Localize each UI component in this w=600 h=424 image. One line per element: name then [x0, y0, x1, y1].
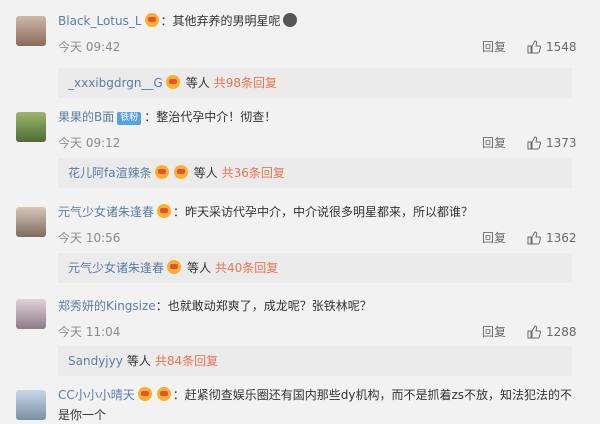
vip-crown-icon	[154, 165, 169, 179]
reply-button[interactable]: 回复	[482, 134, 506, 152]
fan-badge: 铁粉	[117, 112, 142, 125]
comment-time: 今天 11:04	[58, 325, 121, 339]
sub-replies-box[interactable]: Sandyjyy 等人 共84条回复	[58, 346, 572, 376]
username-link[interactable]: 元气少女诸朱逢春	[58, 205, 154, 219]
thumbs-up-icon	[527, 40, 542, 54]
username-link[interactable]: Black_Lotus_L	[58, 14, 142, 28]
avatar[interactable]	[16, 299, 46, 329]
comment-time: 今天 09:12	[58, 136, 121, 150]
sub-reply-user[interactable]: 元气少女诸朱逢春	[68, 261, 164, 275]
like-button[interactable]: 1373	[527, 134, 577, 152]
sub-reply-user[interactable]: 花儿阿fa渲辣条	[68, 166, 152, 180]
like-button[interactable]: 1548	[527, 38, 577, 56]
vip-crown-icon	[157, 204, 172, 218]
sub-reply-user[interactable]: Sandyjyy	[68, 354, 123, 368]
avatar[interactable]	[16, 112, 46, 142]
thumbs-up-icon	[527, 136, 542, 150]
like-button[interactable]: 1362	[527, 229, 577, 247]
comment-text-continued: 是你一个	[58, 408, 107, 422]
like-count: 1373	[546, 136, 577, 150]
comment-text: ：昨天采访代孕中介，中介说很多明星都来，所以都谁？	[173, 205, 474, 219]
thumbs-up-icon	[527, 325, 542, 339]
sub-replies-box[interactable]: 花儿阿fa渲辣条 等人 共36条回复	[58, 158, 572, 188]
sub-reply-others: 等人	[185, 76, 210, 90]
thumbs-up-icon	[527, 231, 542, 245]
comment-line: 果果的B面 铁粉 ：整治代孕中介！彻查！	[58, 108, 276, 126]
sub-replies-box[interactable]: 元气少女诸朱逢春 等人 共40条回复	[58, 253, 572, 283]
like-button[interactable]: 1288	[527, 323, 577, 341]
sub-reply-count[interactable]: 共36条回复	[222, 166, 285, 180]
reply-button[interactable]: 回复	[482, 229, 506, 247]
like-count: 1288	[546, 325, 577, 339]
sub-reply-count[interactable]: 共98条回复	[214, 76, 277, 90]
username-link[interactable]: 郑秀妍的Kingsize	[58, 299, 156, 313]
vip-crown-icon	[137, 387, 152, 401]
comment-text: ：也就敢动郑爽了，成龙呢？张铁林呢？	[155, 299, 372, 313]
reply-button[interactable]: 回复	[482, 38, 506, 56]
comment-time: 今天 10:56	[58, 231, 121, 245]
vip-crown-icon	[165, 75, 180, 89]
vip-crown-icon	[167, 260, 182, 274]
reply-button[interactable]: 回复	[482, 323, 506, 341]
sub-reply-others: 等人	[193, 166, 218, 180]
like-count: 1362	[546, 231, 577, 245]
sub-reply-count[interactable]: 共40条回复	[215, 261, 278, 275]
avatar[interactable]	[16, 16, 46, 46]
comment-text: ：整治代孕中介！彻查！	[144, 110, 277, 124]
username-link[interactable]: CC小小小晴天	[58, 388, 135, 402]
vip-crown-icon	[173, 165, 188, 179]
sub-reply-others: 等人	[187, 261, 212, 275]
comment-text: ：赶紧彻查娱乐圈还有国内那些dy机构，而不是抓着zs不放，知法犯法的不	[172, 388, 573, 402]
sub-replies-box[interactable]: _xxxibgdrgn__G 等人 共98条回复	[58, 68, 572, 98]
comment-line: CC小小小晴天 ：赶紧彻查娱乐圈还有国内那些dy机构，而不是抓着zs不放，知法犯法…	[58, 386, 572, 404]
comment-line: 郑秀妍的Kingsize：也就敢动郑爽了，成龙呢？张铁林呢？	[58, 297, 372, 315]
sub-reply-user[interactable]: _xxxibgdrgn__G	[68, 76, 163, 90]
comment-line: 元气少女诸朱逢春 ：昨天采访代孕中介，中介说很多明星都来，所以都谁？	[58, 203, 473, 221]
vip-crown-icon	[144, 13, 159, 27]
username-link[interactable]: 果果的B面	[58, 110, 114, 124]
comment-text: ：其他弃养的男明星呢	[160, 14, 281, 28]
avatar[interactable]	[16, 390, 46, 420]
vip-crown-icon	[156, 387, 171, 401]
sub-reply-count[interactable]: 共84条回复	[155, 354, 218, 368]
sub-reply-others: 等人	[126, 354, 151, 368]
emoji-icon	[282, 13, 297, 27]
comment-time: 今天 09:42	[58, 40, 121, 54]
avatar[interactable]	[16, 207, 46, 237]
comment-line: Black_Lotus_L ：其他弃养的男明星呢	[58, 12, 297, 30]
like-count: 1548	[546, 40, 577, 54]
